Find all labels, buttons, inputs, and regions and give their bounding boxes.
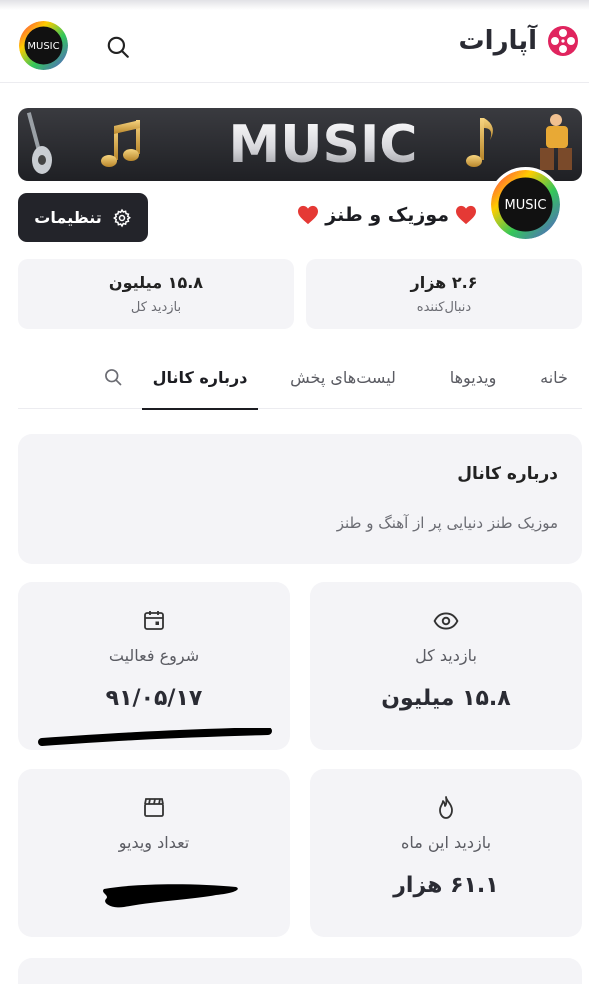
about-card: درباره کانال موزیک طنز دنیایی پر از آهنگ… [18,434,582,564]
gear-icon [112,208,131,227]
video-count-card: تعداد ویدیو [18,769,290,937]
views-stat: ۱۵.۸ میلیون بازدید کل [18,259,294,329]
tab-home[interactable]: خانه [526,345,582,409]
next-card-partial [18,958,582,984]
search-icon [107,36,129,58]
about-description: موزیک طنز دنیایی پر از آهنگ و طنز [336,514,558,532]
followers-stat[interactable]: ۲.۶ هزار دنبال‌کننده [306,259,582,329]
month-views-value: ۶۱.۱ هزار [393,873,499,898]
aparat-logo[interactable]: آپارات [459,23,581,59]
redaction-blob [103,884,238,908]
tab-playlists-label: لیست‌های پخش [290,367,396,387]
month-views-card: بازدید این ماه ۶۱.۱ هزار [310,769,582,937]
tab-playlists[interactable]: لیست‌های پخش [268,345,418,409]
about-title: درباره کانال [457,464,558,484]
channel-tabs: خانه ویدیوها لیست‌های پخش درباره کانال [18,345,582,410]
channel-banner: MUSIC [18,108,582,181]
start-date-label: شروع فعالیت [108,646,200,665]
tab-videos-label: ویدیوها [449,367,497,387]
channel-name: موزیک و طنز [325,204,449,226]
total-views-value: ۱۵.۸ میلیون [381,686,511,711]
brand-name: آپارات [458,26,538,56]
avatar-text: MUSIC [27,41,59,52]
status-bar-shadow [0,0,589,10]
tab-about[interactable]: درباره کانال [142,345,258,410]
total-views-label: بازدید کل [415,646,477,665]
calendar-icon [144,611,164,630]
fire-icon [439,796,453,819]
views-value: ۱۵.۸ میلیون [108,273,204,292]
heart-icon [298,205,319,225]
tab-about-label: درباره کانال [152,367,248,387]
user-avatar[interactable]: MUSIC [19,21,68,70]
total-views-card: بازدید کل ۱۵.۸ میلیون [310,582,582,750]
settings-label: تنظیمات [34,208,102,227]
clapperboard-icon [144,798,164,817]
channel-title: موزیک و طنز [297,199,477,231]
tab-home-label: خانه [540,367,568,387]
banner-title: MUSIC [229,115,418,175]
channel-avatar-text: MUSIC [505,198,547,213]
month-views-label: بازدید این ماه [400,833,492,852]
app-header: MUSIC آپارات [0,10,589,83]
settings-button[interactable]: تنظیمات [18,193,148,242]
followers-value: ۲.۶ هزار [410,273,478,292]
aparat-logo-icon [548,26,578,56]
search-icon [105,369,122,386]
views-label: بازدید کل [130,300,182,315]
redaction-mark [38,728,272,746]
followers-label: دنبال‌کننده [416,300,472,315]
eye-icon [433,612,459,630]
search-button[interactable] [102,31,134,63]
start-date-value: ۹۱/۰۵/۱۷ [105,686,203,711]
start-date-card: شروع فعالیت ۹۱/۰۵/۱۷ [18,582,290,750]
video-count-label: تعداد ویدیو [118,833,190,852]
channel-avatar[interactable]: MUSIC [488,167,563,242]
heart-icon [456,205,476,225]
tab-search-button[interactable] [98,361,128,393]
tab-videos[interactable]: ویدیوها [426,345,520,409]
